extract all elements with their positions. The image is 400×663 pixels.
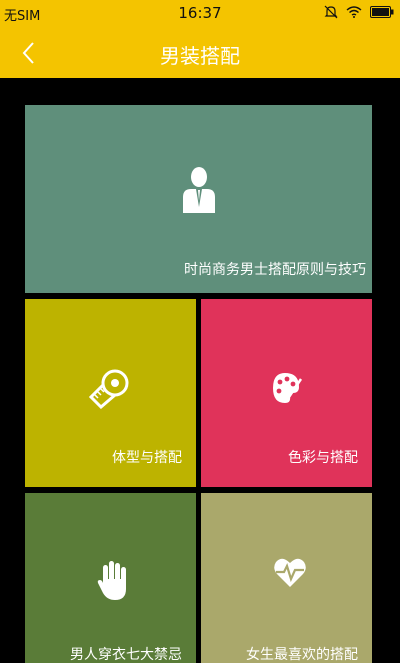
- tile-label: 时尚商务男士搭配原则与技巧: [184, 262, 366, 278]
- mute-icon: [324, 5, 338, 19]
- tile-label: 男人穿衣七大禁忌: [70, 647, 182, 663]
- tile-label: 色彩与搭配: [288, 450, 358, 466]
- tile-body-type[interactable]: 体型与搭配: [25, 299, 196, 487]
- tile-business-style[interactable]: 时尚商务男士搭配原则与技巧: [25, 105, 372, 293]
- battery-icon: [370, 6, 394, 18]
- tile-dressing-taboos[interactable]: 男人穿衣七大禁忌: [25, 493, 196, 663]
- businessman-icon: [183, 167, 215, 213]
- status-bar: 无SIM 16:37: [0, 0, 400, 26]
- hand-icon: [97, 561, 126, 600]
- tape-measure-icon: [89, 369, 129, 409]
- tile-girls-favorite[interactable]: 女生最喜欢的搭配: [201, 493, 372, 663]
- title-bar: 男装搭配: [0, 26, 400, 78]
- tile-label: 体型与搭配: [112, 450, 182, 466]
- status-icons: [324, 5, 394, 19]
- wifi-icon: [346, 6, 362, 18]
- tile-label: 女生最喜欢的搭配: [246, 647, 358, 663]
- palette-icon: [273, 373, 303, 403]
- tile-color[interactable]: 色彩与搭配: [201, 299, 372, 487]
- page-title: 男装搭配: [160, 44, 240, 68]
- heart-pulse-icon: [274, 558, 306, 587]
